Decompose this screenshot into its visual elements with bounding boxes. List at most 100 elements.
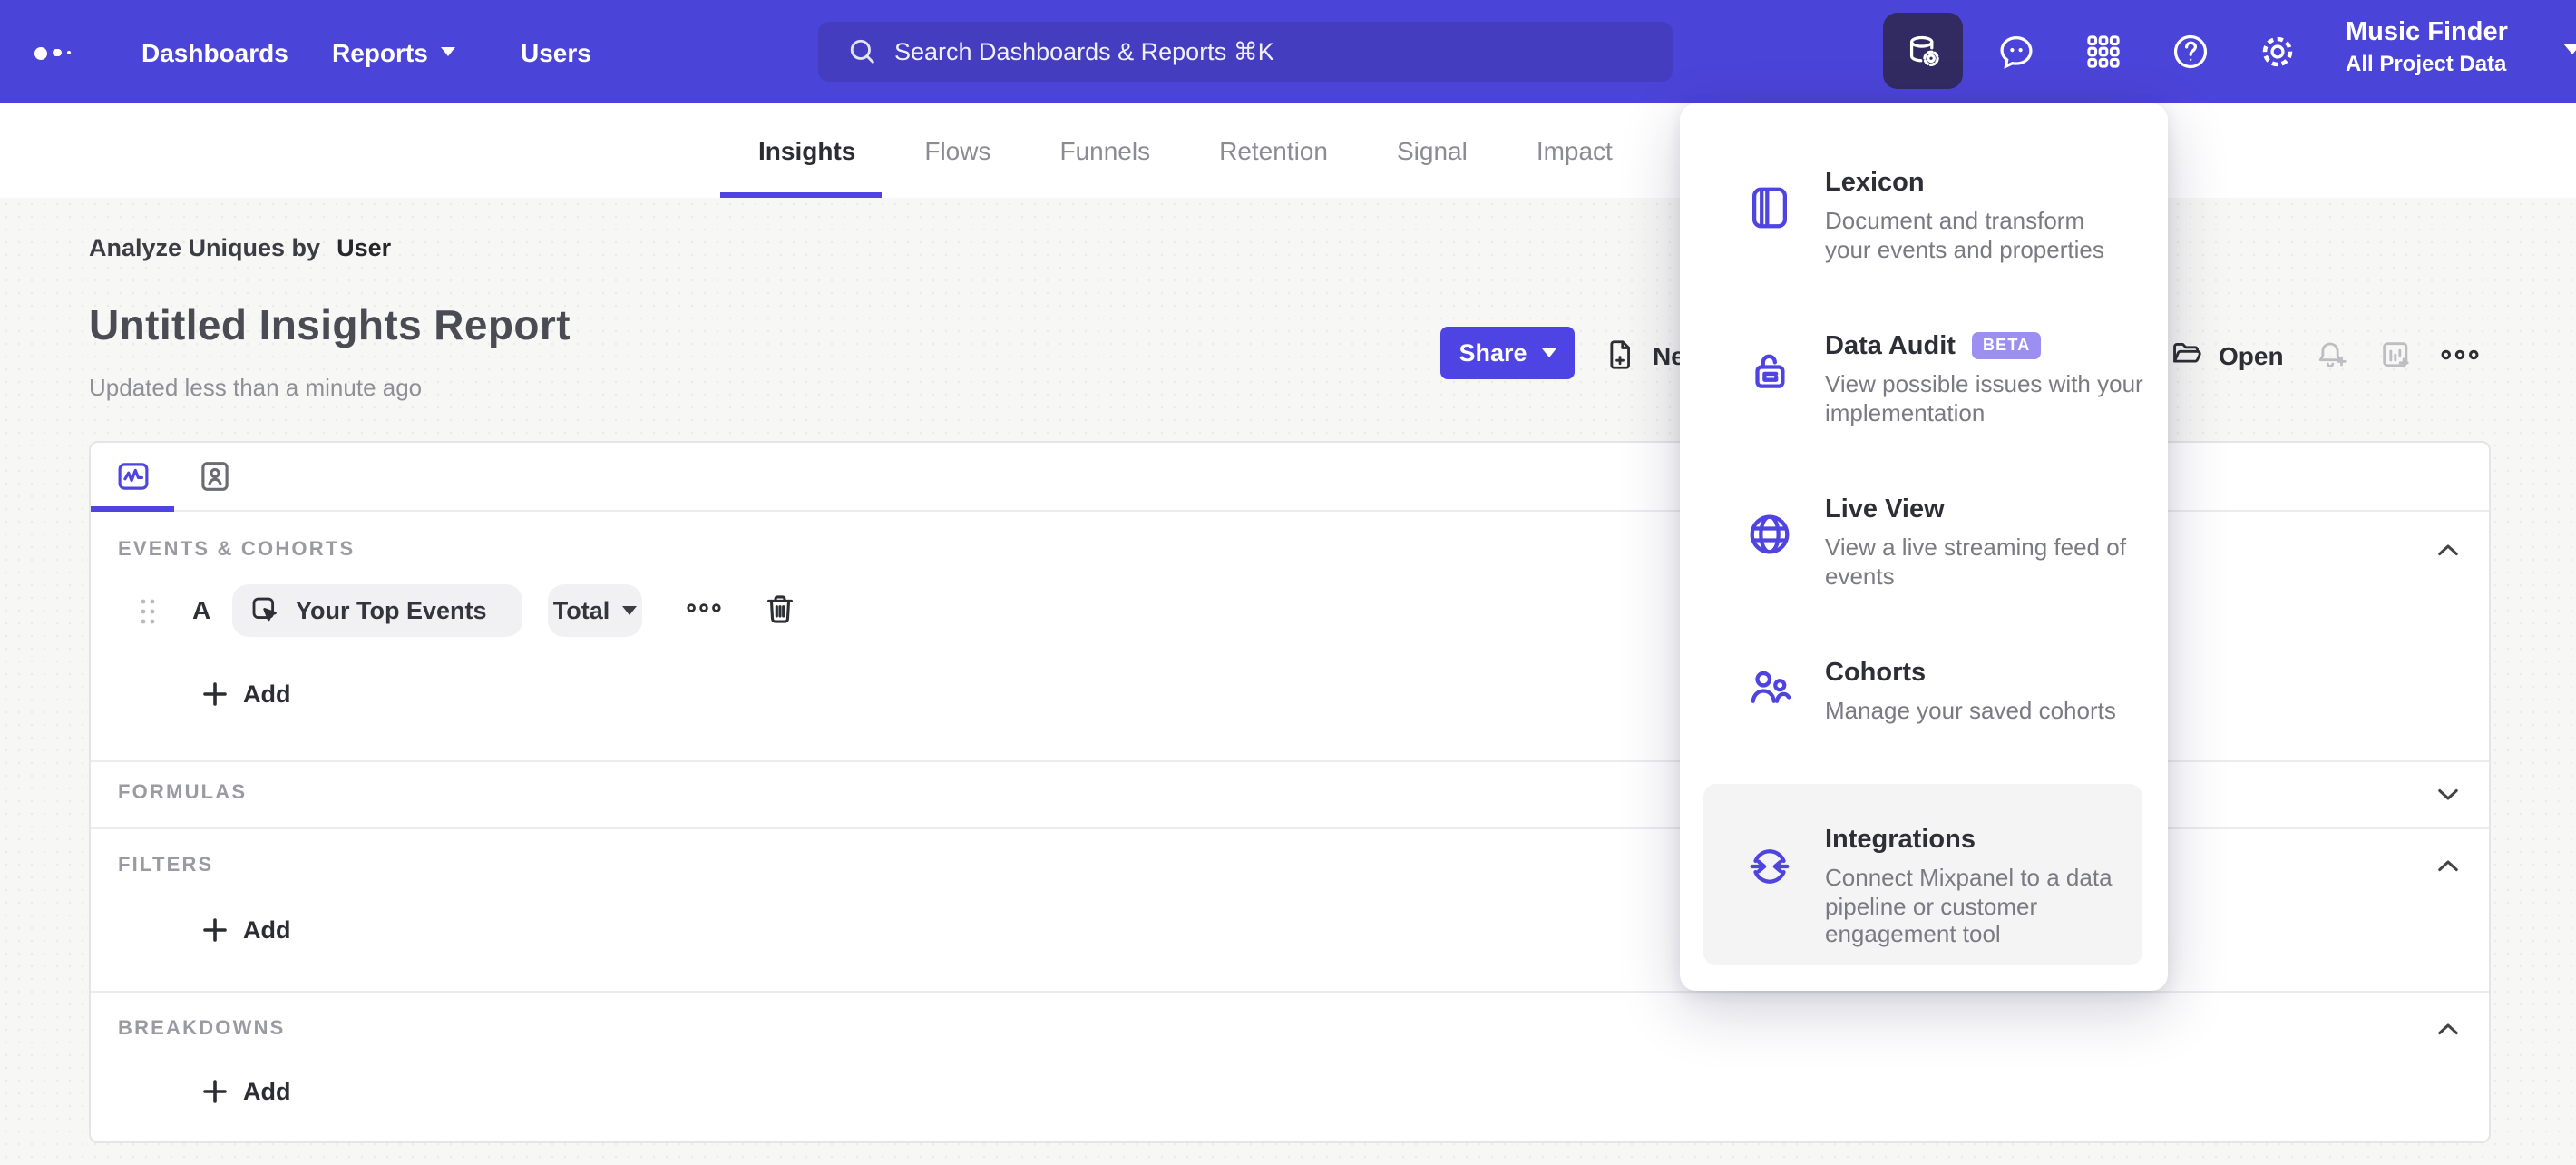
chevron-down-icon	[440, 47, 455, 56]
menu-item-desc: Document and transform your events and p…	[1825, 207, 2104, 262]
menu-item-lexicon[interactable]: Lexicon Document and transform your even…	[1703, 169, 2142, 299]
bell-add-icon	[2318, 342, 2347, 368]
report-tabs-bar: Insights Flows Funnels Retention Signal …	[0, 103, 2576, 198]
collapse-breakdowns-button[interactable]	[2433, 1014, 2464, 1045]
add-event-label: Add	[243, 680, 291, 708]
feedback-button[interactable]	[1976, 13, 2055, 89]
tab-retention[interactable]: Retention	[1219, 136, 1328, 165]
data-management-menu: Lexicon Document and transform your even…	[1680, 103, 2168, 991]
add-chart-button-disabled[interactable]	[2378, 338, 2415, 374]
chevron-down-icon	[622, 606, 638, 615]
lexicon-book-icon	[1751, 187, 1788, 229]
chevron-down-icon	[2563, 44, 2576, 54]
integrations-sync-icon	[1750, 849, 1790, 884]
formulas-label: FORMULAS	[118, 782, 248, 804]
more-actions-button[interactable]	[2440, 341, 2480, 368]
chevron-up-icon	[2438, 544, 2458, 556]
event-selector[interactable]: Your Top Events	[232, 584, 522, 637]
cohorts-users-icon	[1751, 671, 1791, 703]
menu-item-title: Cohorts	[1825, 659, 1927, 688]
tab-insights[interactable]: Insights	[758, 136, 855, 165]
data-management-icon	[1908, 34, 1938, 66]
analyze-by-line: Analyze Uniques by User	[89, 234, 391, 261]
add-breakdown-label: Add	[243, 1078, 291, 1105]
settings-icon	[2261, 35, 2292, 66]
menu-item-cohorts[interactable]: Cohorts Manage your saved cohorts	[1703, 659, 2142, 768]
apps-grid-button[interactable]	[2063, 13, 2142, 89]
series-letter: A	[192, 595, 211, 624]
events-cohorts-label: EVENTS & COHORTS	[118, 539, 356, 561]
analyze-value-dropdown[interactable]: User	[337, 234, 391, 261]
add-filter-label: Add	[243, 916, 291, 944]
filters-label: FILTERS	[118, 855, 214, 876]
nav-reports[interactable]: Reports	[332, 0, 455, 103]
tab-signal[interactable]: Signal	[1397, 136, 1468, 165]
nav-dashboards-label: Dashboards	[141, 37, 288, 66]
metric-label: Total	[552, 597, 610, 624]
global-search[interactable]	[818, 22, 1673, 82]
report-title[interactable]: Untitled Insights Report	[89, 301, 571, 350]
expand-formulas-button[interactable]	[2433, 778, 2464, 809]
metric-selector[interactable]: Total	[548, 584, 642, 637]
ellipsis-icon	[687, 603, 721, 612]
nav-users[interactable]: Users	[521, 0, 591, 103]
plus-icon	[203, 918, 227, 942]
project-switcher[interactable]: Music Finder All Project Data	[2346, 16, 2576, 78]
analyze-label: Analyze Uniques by	[89, 234, 321, 261]
chevron-down-icon	[1541, 348, 1556, 357]
tab-flows[interactable]: Flows	[924, 136, 990, 165]
chevron-up-icon	[2438, 1023, 2458, 1035]
drag-handle[interactable]	[140, 597, 156, 626]
trash-icon	[766, 595, 794, 623]
collapse-filters-button[interactable]	[2433, 851, 2464, 882]
collapse-events-button[interactable]	[2433, 535, 2464, 566]
tab-funnels[interactable]: Funnels	[1059, 136, 1150, 165]
plus-icon	[203, 682, 227, 706]
profiles-view-tab[interactable]	[196, 457, 234, 495]
open-report-button[interactable]: Open	[2170, 338, 2284, 372]
project-scope: All Project Data	[2346, 51, 2507, 76]
apps-grid-icon	[2086, 34, 2119, 67]
event-name: Your Top Events	[296, 597, 487, 624]
add-breakdown-button[interactable]: Add	[203, 1078, 291, 1105]
new-report-button[interactable]: Ne	[1604, 338, 1685, 372]
help-icon	[2172, 34, 2207, 68]
data-audit-lock-icon	[1755, 354, 1785, 388]
add-event-button[interactable]: Add	[203, 680, 291, 708]
settings-button[interactable]	[2237, 13, 2317, 89]
project-name: Music Finder	[2346, 18, 2508, 47]
nav-dashboards[interactable]: Dashboards	[141, 0, 288, 103]
tab-impact[interactable]: Impact	[1537, 136, 1613, 165]
updated-timestamp: Updated less than a minute ago	[89, 374, 423, 401]
menu-item-data-audit[interactable]: Data Audit BETA View possible issues wit…	[1703, 331, 2143, 463]
help-button[interactable]	[2150, 13, 2230, 89]
top-navigation-bar: Dashboards Reports Users Search Dashboar…	[0, 0, 2576, 103]
nav-reports-label: Reports	[332, 37, 428, 66]
menu-item-desc: View possible issues with your implement…	[1825, 370, 2143, 426]
search-input[interactable]	[894, 38, 1584, 65]
menu-item-integrations[interactable]: Integrations Connect Mixpanel to a data …	[1703, 784, 2142, 965]
chevron-up-icon	[2438, 860, 2458, 872]
menu-item-title: Lexicon	[1825, 169, 1925, 198]
data-management-button[interactable]	[1883, 13, 1963, 89]
share-button[interactable]: Share	[1440, 327, 1575, 379]
active-view-underline	[91, 506, 174, 512]
profile-card-icon	[201, 462, 229, 491]
delete-row-button[interactable]	[760, 590, 800, 630]
mixpanel-app: Dashboards Reports Users Search Dashboar…	[0, 0, 2576, 1165]
menu-item-live-view[interactable]: Live View View a live streaming feed of …	[1703, 495, 2142, 626]
mixpanel-logo[interactable]	[34, 42, 82, 64]
ellipsis-icon	[2441, 349, 2479, 360]
add-filter-button[interactable]: Add	[203, 916, 291, 944]
folder-open-icon	[2173, 343, 2201, 363]
breakdowns-label: BREAKDOWNS	[118, 1018, 286, 1040]
open-report-label: Open	[2219, 340, 2284, 369]
menu-item-desc: Manage your saved cohorts	[1825, 697, 2116, 724]
alert-button-disabled[interactable]	[2313, 338, 2349, 374]
feedback-icon	[1999, 35, 2032, 68]
chart-add-icon	[2383, 342, 2409, 368]
active-tab-underline	[720, 191, 882, 198]
events-view-tab[interactable]	[114, 457, 152, 495]
row-more-button[interactable]	[686, 595, 722, 621]
menu-item-desc: Connect Mixpanel to a data pipeline or c…	[1825, 864, 2113, 947]
